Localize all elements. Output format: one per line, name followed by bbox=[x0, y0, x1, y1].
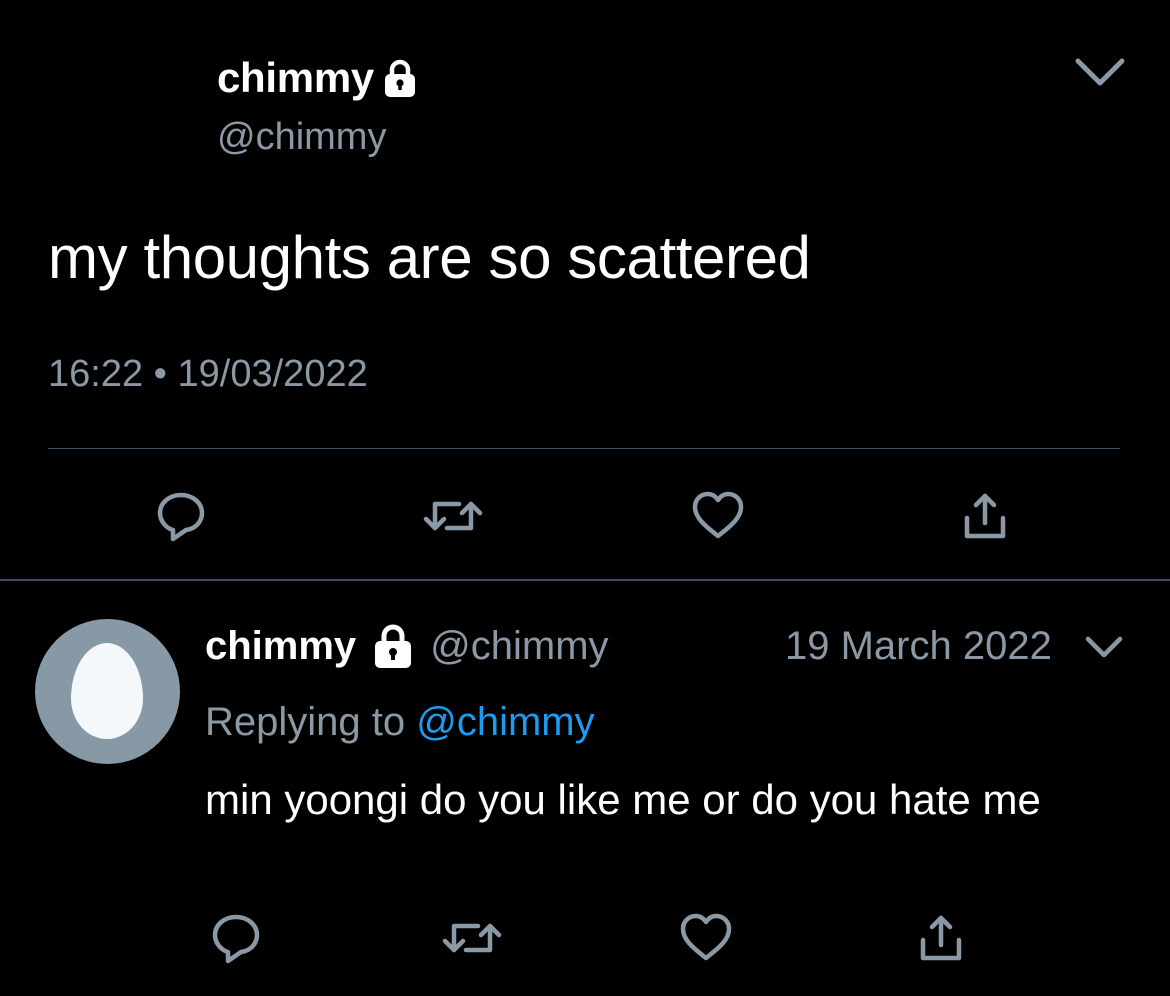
reply-tweet-header: chimmy @chimmy bbox=[205, 618, 609, 674]
like-button[interactable] bbox=[674, 906, 738, 970]
avatar[interactable] bbox=[35, 619, 180, 764]
divider bbox=[48, 448, 1120, 449]
reply-display-name[interactable]: chimmy bbox=[205, 618, 356, 674]
heart-icon bbox=[692, 491, 744, 539]
reply-button[interactable] bbox=[149, 484, 213, 548]
retweet-icon bbox=[423, 501, 483, 531]
main-handle[interactable]: @chimmy bbox=[217, 112, 386, 162]
replying-to-handle-link[interactable]: @chimmy bbox=[416, 700, 594, 744]
reply-tweet-text: min yoongi do you like me or do you hate… bbox=[205, 776, 1041, 823]
meta-separator: • bbox=[153, 353, 167, 395]
main-display-name[interactable]: chimmy bbox=[217, 50, 374, 106]
reply-date[interactable]: 19 March 2022 bbox=[785, 618, 1052, 674]
lock-icon bbox=[375, 624, 412, 668]
like-button[interactable] bbox=[686, 484, 750, 548]
retweet-button[interactable] bbox=[440, 906, 504, 970]
section-divider bbox=[0, 579, 1170, 581]
main-tweet-author[interactable]: chimmy bbox=[217, 50, 420, 106]
chevron-down-icon[interactable] bbox=[1074, 56, 1126, 88]
lock-icon bbox=[384, 59, 415, 97]
default-egg-avatar-icon bbox=[71, 643, 143, 739]
retweet-button[interactable] bbox=[421, 484, 485, 548]
reply-handle[interactable]: @chimmy bbox=[430, 618, 608, 674]
retweet-icon bbox=[442, 923, 502, 953]
main-tweet-text: my thoughts are so scattered bbox=[48, 224, 811, 291]
share-icon bbox=[964, 493, 1006, 539]
chevron-down-icon[interactable] bbox=[1084, 634, 1124, 662]
tweet-date: 19/03/2022 bbox=[177, 353, 368, 395]
reply-icon bbox=[212, 914, 260, 964]
reply-button[interactable] bbox=[204, 906, 268, 970]
reply-icon bbox=[157, 492, 205, 542]
share-button[interactable] bbox=[909, 906, 973, 970]
heart-icon bbox=[680, 913, 732, 961]
share-icon bbox=[920, 915, 962, 961]
replying-to: Replying to @chimmy bbox=[205, 695, 595, 749]
tweet-time: 16:22 bbox=[48, 353, 144, 395]
replying-to-label: Replying to bbox=[205, 700, 406, 744]
main-tweet-timestamp[interactable]: 16:22 • 19/03/2022 bbox=[48, 349, 368, 399]
share-button[interactable] bbox=[953, 484, 1017, 548]
